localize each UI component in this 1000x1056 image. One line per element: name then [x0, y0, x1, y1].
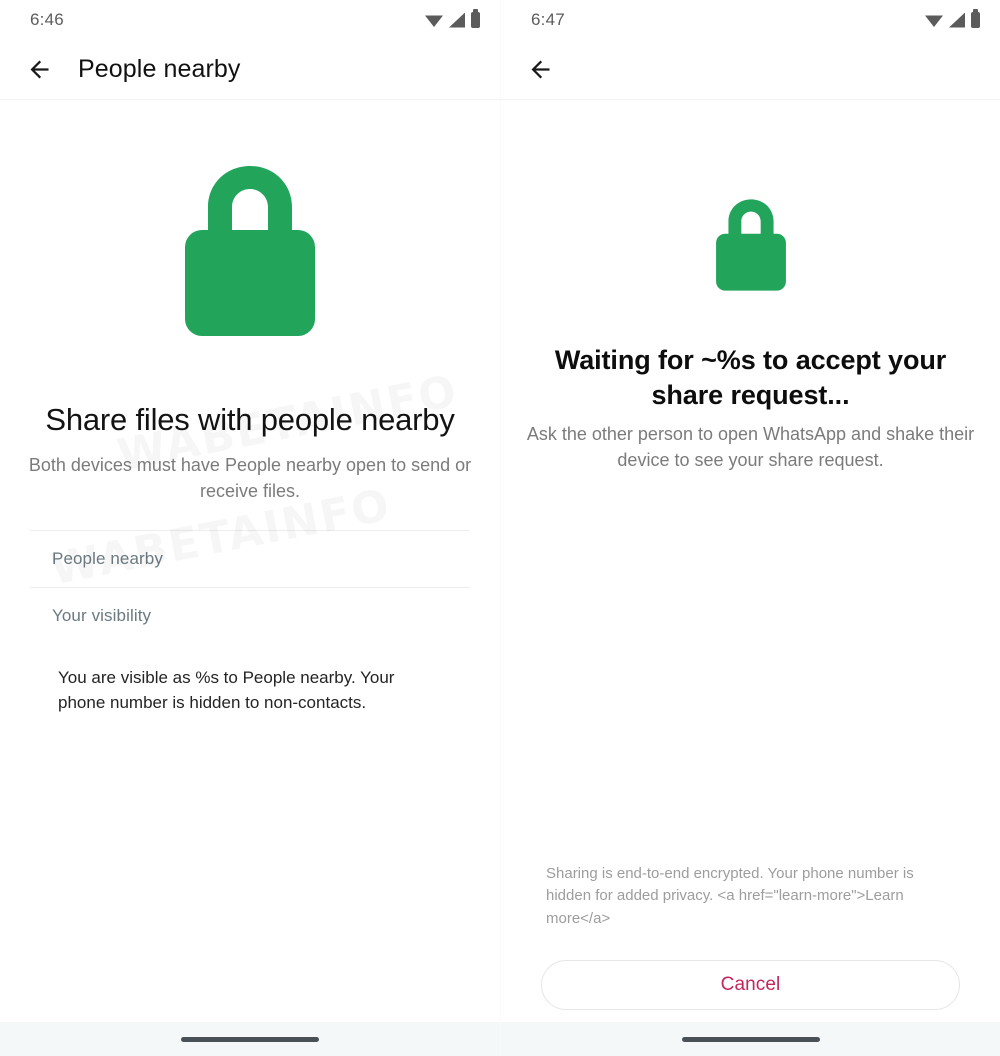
page-title: People nearby	[78, 55, 241, 83]
status-time: 6:46	[30, 10, 64, 29]
back-button[interactable]	[519, 49, 561, 91]
lock-icon	[715, 199, 786, 291]
app-bar: People nearby	[0, 40, 500, 100]
status-icons	[925, 9, 980, 28]
status-bar: 6:47	[501, 0, 1000, 40]
hero-illustration	[0, 100, 500, 340]
gesture-nav-bar	[501, 1022, 1000, 1056]
screen-title: Share files with people nearby	[45, 402, 455, 437]
footer-section: Sharing is end-to-end encrypted. Your ph…	[501, 863, 1000, 1010]
list-item-label: People nearby	[52, 549, 163, 569]
hero-illustration	[501, 100, 1000, 293]
app-bar	[501, 40, 1000, 100]
screen-subtitle: Ask the other person to open WhatsApp an…	[526, 424, 975, 470]
gesture-nav-pill[interactable]	[681, 1036, 820, 1042]
gesture-nav-pill[interactable]	[181, 1036, 319, 1042]
signal-icon	[449, 12, 465, 28]
status-icons	[425, 9, 480, 28]
battery-icon	[471, 9, 480, 28]
status-bar: 6:46	[0, 0, 500, 40]
arrow-left-icon	[30, 60, 48, 79]
settings-list: People nearby Your visibility You are vi…	[0, 530, 500, 715]
list-item-people-nearby[interactable]: People nearby	[0, 531, 500, 587]
dual-screenshot-container: WABETAINFO WABETAINFO 6:46 People nearby	[0, 0, 1000, 1056]
battery-icon	[971, 9, 980, 28]
wifi-icon	[425, 15, 443, 27]
visibility-description: You are visible as %s to People nearby. …	[58, 668, 395, 712]
screen-subtitle: Both devices must have People nearby ope…	[28, 455, 472, 502]
back-button[interactable]	[18, 49, 60, 91]
screen-people-nearby: WABETAINFO WABETAINFO 6:46 People nearby	[0, 0, 500, 1056]
lock-icon	[185, 166, 315, 336]
list-item-your-visibility[interactable]: Your visibility	[0, 588, 500, 644]
screen-waiting-for-accept: WABETAINFO WABETAINFO WABETAINFO 6:47	[500, 0, 1000, 1056]
gesture-nav-bar	[0, 1022, 500, 1056]
wifi-icon	[925, 15, 943, 27]
cancel-button[interactable]: Cancel	[541, 960, 960, 1010]
list-item-label: Your visibility	[52, 606, 152, 626]
encryption-disclaimer: Sharing is end-to-end encrypted. Your ph…	[546, 864, 914, 927]
status-time: 6:47	[531, 10, 565, 29]
arrow-left-icon	[531, 60, 549, 79]
cancel-button-label: Cancel	[720, 974, 781, 995]
signal-icon	[949, 12, 965, 28]
screen-title: Waiting for ~%s to accept your share req…	[554, 345, 947, 410]
